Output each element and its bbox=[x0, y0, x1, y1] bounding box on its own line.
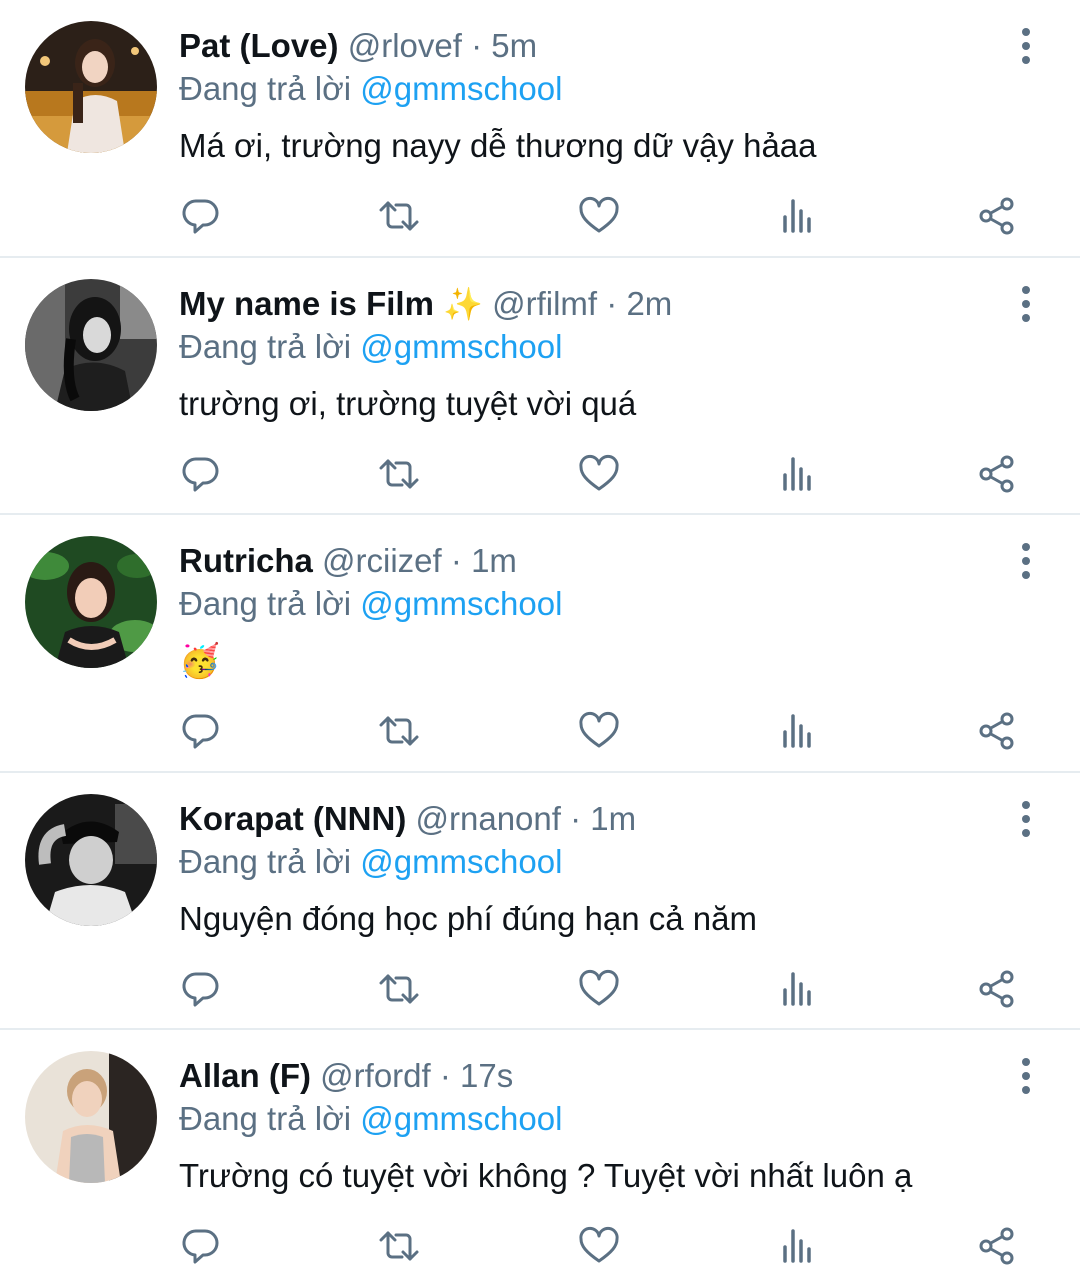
like-icon[interactable] bbox=[576, 193, 622, 239]
separator-dot: · bbox=[439, 1057, 451, 1094]
timestamp[interactable]: 1m bbox=[590, 800, 636, 837]
like-icon[interactable] bbox=[576, 966, 622, 1012]
separator-dot: · bbox=[450, 542, 462, 579]
user-handle[interactable]: @rfordf bbox=[320, 1057, 431, 1094]
action-bar bbox=[178, 451, 1038, 501]
user-handle[interactable]: @rfilmf bbox=[492, 285, 597, 322]
share-icon[interactable] bbox=[974, 966, 1020, 1012]
mention-link[interactable]: @gmmschool bbox=[360, 70, 562, 107]
replying-to: Đang trả lời @gmmschool bbox=[179, 584, 562, 624]
analytics-icon[interactable] bbox=[775, 966, 821, 1012]
more-options-icon[interactable] bbox=[1012, 800, 1040, 837]
sparkles-emoji: ✨ bbox=[443, 285, 483, 322]
share-icon[interactable] bbox=[974, 1223, 1020, 1269]
replying-to: Đang trả lời @gmmschool bbox=[179, 327, 562, 367]
avatar[interactable] bbox=[25, 536, 157, 668]
action-bar bbox=[178, 193, 1038, 243]
replying-to-label: Đang trả lời bbox=[179, 585, 352, 622]
like-icon[interactable] bbox=[576, 1223, 622, 1269]
like-icon[interactable] bbox=[576, 708, 622, 754]
display-name[interactable]: Allan (F) bbox=[179, 1057, 311, 1094]
more-options-icon[interactable] bbox=[1012, 1058, 1040, 1094]
tweet[interactable]: My name is Film ✨ @rfilmf · 2m Đang trả … bbox=[0, 258, 1080, 515]
separator-dot: · bbox=[570, 799, 582, 837]
action-bar bbox=[178, 708, 1038, 758]
reply-icon[interactable] bbox=[178, 708, 224, 754]
tweet-header: Rutricha @rciizef · 1m bbox=[179, 541, 517, 581]
mention-link[interactable]: @gmmschool bbox=[360, 1100, 562, 1137]
tweet[interactable]: Rutricha @rciizef · 1m Đang trả lời @gmm… bbox=[0, 515, 1080, 773]
replying-to: Đang trả lời @gmmschool bbox=[179, 69, 562, 109]
avatar-photo-icon bbox=[25, 536, 157, 668]
tweet-header: My name is Film ✨ @rfilmf · 2m bbox=[179, 284, 672, 324]
action-bar bbox=[178, 966, 1038, 1016]
share-icon[interactable] bbox=[974, 451, 1020, 497]
tweet-text: trường ơi, trường tuyệt vời quá bbox=[179, 384, 637, 422]
display-name[interactable]: Korapat (NNN) bbox=[179, 800, 406, 837]
replying-to: Đang trả lời @gmmschool bbox=[179, 842, 562, 882]
tweet-text: 🥳 bbox=[179, 642, 221, 679]
replying-to: Đang trả lời @gmmschool bbox=[179, 1099, 562, 1139]
share-icon[interactable] bbox=[974, 708, 1020, 754]
display-name[interactable]: My name is Film bbox=[179, 285, 434, 322]
tweet[interactable]: Allan (F) @rfordf · 17s Đang trả lời @gm… bbox=[0, 1030, 1080, 1283]
analytics-icon[interactable] bbox=[775, 1223, 821, 1269]
display-name[interactable]: Rutricha bbox=[179, 542, 313, 579]
retweet-icon[interactable] bbox=[376, 193, 422, 239]
tweet-header: Pat (Love) @rlovef · 5m bbox=[179, 26, 537, 66]
avatar[interactable] bbox=[25, 1051, 157, 1183]
replying-to-label: Đang trả lời bbox=[179, 327, 352, 365]
timestamp[interactable]: 5m bbox=[491, 27, 537, 64]
user-handle[interactable]: @rnanonf bbox=[416, 800, 561, 837]
more-options-icon[interactable] bbox=[1012, 543, 1040, 579]
avatar-photo-icon bbox=[25, 793, 157, 926]
analytics-icon[interactable] bbox=[775, 193, 821, 239]
avatar[interactable] bbox=[25, 278, 157, 411]
reply-icon[interactable] bbox=[178, 966, 224, 1012]
action-bar bbox=[178, 1223, 1038, 1273]
user-handle[interactable]: @rlovef bbox=[348, 27, 462, 64]
retweet-icon[interactable] bbox=[376, 451, 422, 497]
user-handle[interactable]: @rciizef bbox=[322, 542, 442, 579]
separator-dot: · bbox=[606, 284, 618, 322]
reply-icon[interactable] bbox=[178, 1223, 224, 1269]
tweet-text: Má ơi, trường nayy dễ thương dữ vậy hảaa bbox=[179, 127, 817, 164]
mention-link[interactable]: @gmmschool bbox=[360, 585, 562, 622]
share-icon[interactable] bbox=[974, 193, 1020, 239]
tweet-text: Nguyện đóng học phí đúng hạn cả năm bbox=[179, 899, 757, 937]
avatar-photo-icon bbox=[25, 21, 157, 153]
reply-icon[interactable] bbox=[178, 451, 224, 497]
tweet[interactable]: Pat (Love) @rlovef · 5m Đang trả lời @gm… bbox=[0, 0, 1080, 258]
tweet-text: Trường có tuyệt vời không ? Tuyệt vời nh… bbox=[179, 1157, 913, 1194]
display-name[interactable]: Pat (Love) bbox=[179, 27, 339, 64]
more-options-icon[interactable] bbox=[1012, 285, 1040, 322]
avatar-photo-icon bbox=[25, 278, 157, 411]
timestamp[interactable]: 17s bbox=[460, 1057, 513, 1094]
mention-link[interactable]: @gmmschool bbox=[360, 843, 562, 880]
reply-feed: Pat (Love) @rlovef · 5m Đang trả lời @gm… bbox=[0, 0, 1080, 1283]
replying-to-label: Đang trả lời bbox=[179, 842, 352, 880]
retweet-icon[interactable] bbox=[376, 966, 422, 1012]
timestamp[interactable]: 1m bbox=[471, 542, 517, 579]
tweet-header: Korapat (NNN) @rnanonf · 1m bbox=[179, 799, 636, 839]
avatar-photo-icon bbox=[25, 1051, 157, 1183]
reply-icon[interactable] bbox=[178, 193, 224, 239]
avatar[interactable] bbox=[25, 793, 157, 926]
replying-to-label: Đang trả lời bbox=[179, 70, 352, 107]
analytics-icon[interactable] bbox=[775, 708, 821, 754]
more-options-icon[interactable] bbox=[1012, 28, 1040, 64]
like-icon[interactable] bbox=[576, 451, 622, 497]
avatar[interactable] bbox=[25, 21, 157, 153]
tweet[interactable]: Korapat (NNN) @rnanonf · 1m Đang trả lời… bbox=[0, 773, 1080, 1030]
timestamp[interactable]: 2m bbox=[626, 285, 672, 322]
analytics-icon[interactable] bbox=[775, 451, 821, 497]
mention-link[interactable]: @gmmschool bbox=[360, 328, 562, 365]
retweet-icon[interactable] bbox=[376, 708, 422, 754]
separator-dot: · bbox=[471, 27, 483, 64]
retweet-icon[interactable] bbox=[376, 1223, 422, 1269]
tweet-header: Allan (F) @rfordf · 17s bbox=[179, 1056, 513, 1096]
replying-to-label: Đang trả lời bbox=[179, 1100, 352, 1137]
